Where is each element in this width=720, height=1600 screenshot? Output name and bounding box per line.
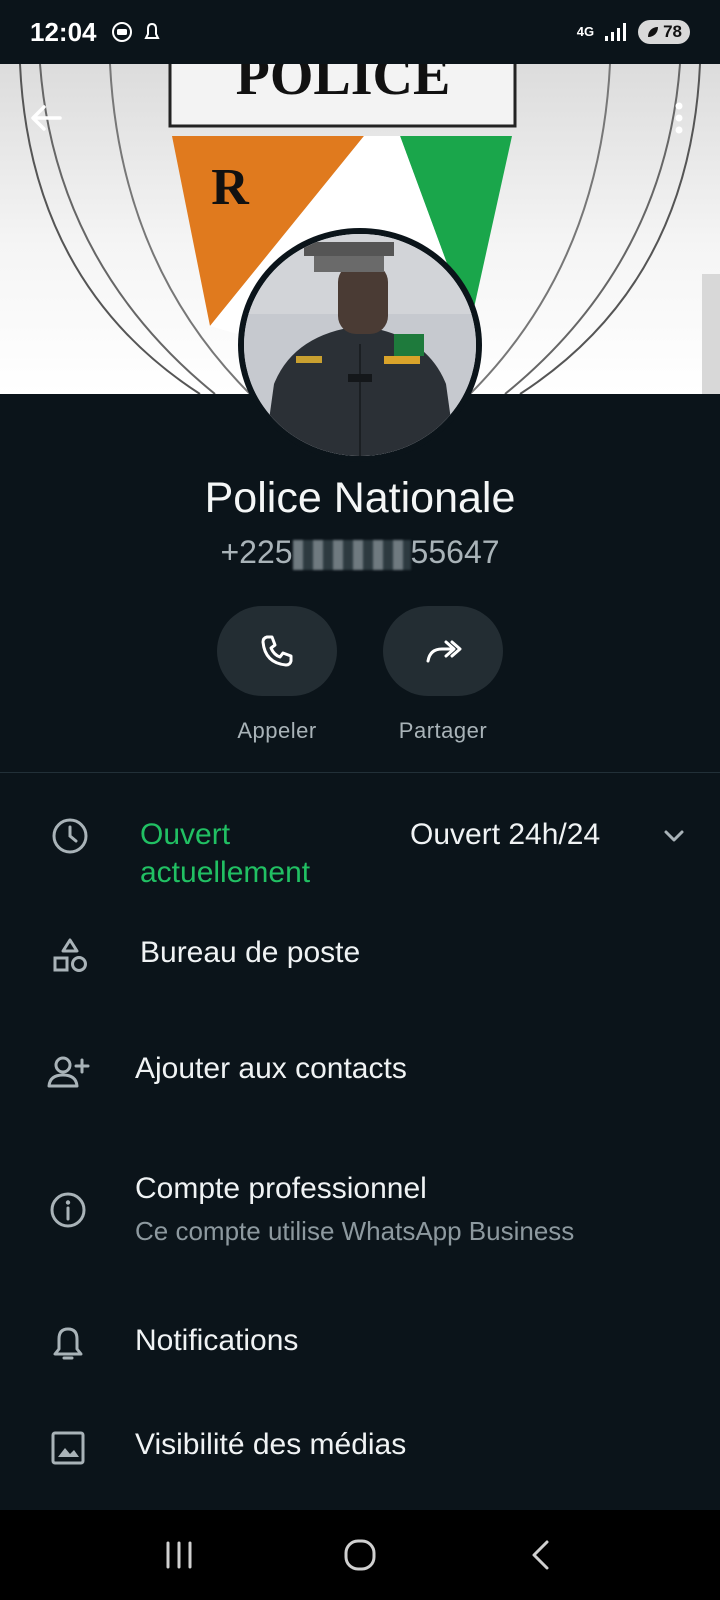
back-nav-icon[interactable] xyxy=(523,1537,559,1573)
phone-redacted xyxy=(292,539,411,570)
bell-icon xyxy=(53,1327,83,1360)
info-icon xyxy=(50,1192,86,1228)
share-action[interactable]: Partager xyxy=(383,606,503,744)
clock-icon xyxy=(52,818,88,854)
status-time: 12:04 xyxy=(30,16,97,47)
phone-icon xyxy=(261,635,293,667)
section-divider xyxy=(0,772,720,773)
battery-indicator: 78 xyxy=(638,20,690,44)
add-contact-row[interactable]: Ajouter aux contacts xyxy=(0,1052,720,1102)
badge-letter: R xyxy=(211,159,250,216)
business-account-title: Compte professionnel xyxy=(135,1172,427,1205)
profile-avatar[interactable] xyxy=(238,228,482,462)
chevron-down-icon[interactable] xyxy=(654,816,694,856)
business-category: Bureau de poste xyxy=(140,936,361,969)
shapes-icon xyxy=(53,938,87,972)
notifications-row[interactable]: Notifications xyxy=(0,1324,720,1374)
share-button[interactable] xyxy=(383,606,503,696)
network-type: 4G xyxy=(576,24,595,39)
call-action[interactable]: Appeler xyxy=(217,606,337,744)
business-hours-row[interactable]: Ouvert actuellement Ouvert 24h/24 xyxy=(0,816,720,896)
share-icon xyxy=(426,640,462,663)
contact-phone: +225 55647 xyxy=(0,534,720,571)
open-status: Ouvert actuellement xyxy=(140,818,311,889)
home-icon[interactable] xyxy=(340,1535,380,1575)
call-label: Appeler xyxy=(237,718,317,743)
contact-name: Police Nationale xyxy=(204,474,516,522)
media-visibility-label: Visibilité des médias xyxy=(135,1428,407,1461)
add-contact-label: Ajouter aux contacts xyxy=(135,1052,407,1085)
avatar-photo xyxy=(244,234,476,456)
phone-suffix: 55647 xyxy=(410,534,500,570)
image-icon xyxy=(51,1431,85,1465)
back-arrow-icon[interactable] xyxy=(26,98,66,138)
system-nav-bar xyxy=(0,1510,720,1600)
battery-level: 78 xyxy=(663,22,682,41)
notifications-label: Notifications xyxy=(135,1324,299,1357)
badge-title: POLICE xyxy=(236,64,451,107)
battery-saver-icon xyxy=(648,27,659,37)
media-visibility-row[interactable]: Visibilité des médias xyxy=(0,1428,720,1478)
notification-app-icon xyxy=(143,22,160,39)
status-bar: 12:04 4G 78 xyxy=(0,0,720,64)
call-button[interactable] xyxy=(217,606,337,696)
business-account-subtitle: Ce compte utilise WhatsApp Business xyxy=(135,1216,575,1246)
signal-icon xyxy=(605,23,627,41)
business-category-row: Bureau de poste xyxy=(0,936,720,986)
more-options-icon[interactable] xyxy=(664,98,694,138)
phone-prefix: +225 xyxy=(220,534,293,570)
share-label: Partager xyxy=(398,718,488,743)
media-icon xyxy=(111,22,132,42)
add-person-icon xyxy=(47,1056,90,1088)
action-buttons: Appeler Partager xyxy=(217,606,503,744)
opening-hours: Ouvert 24h/24 xyxy=(410,818,601,851)
business-account-row[interactable]: Compte professionnel Ce compte utilise W… xyxy=(0,1172,720,1252)
recent-apps-icon[interactable] xyxy=(161,1537,197,1573)
